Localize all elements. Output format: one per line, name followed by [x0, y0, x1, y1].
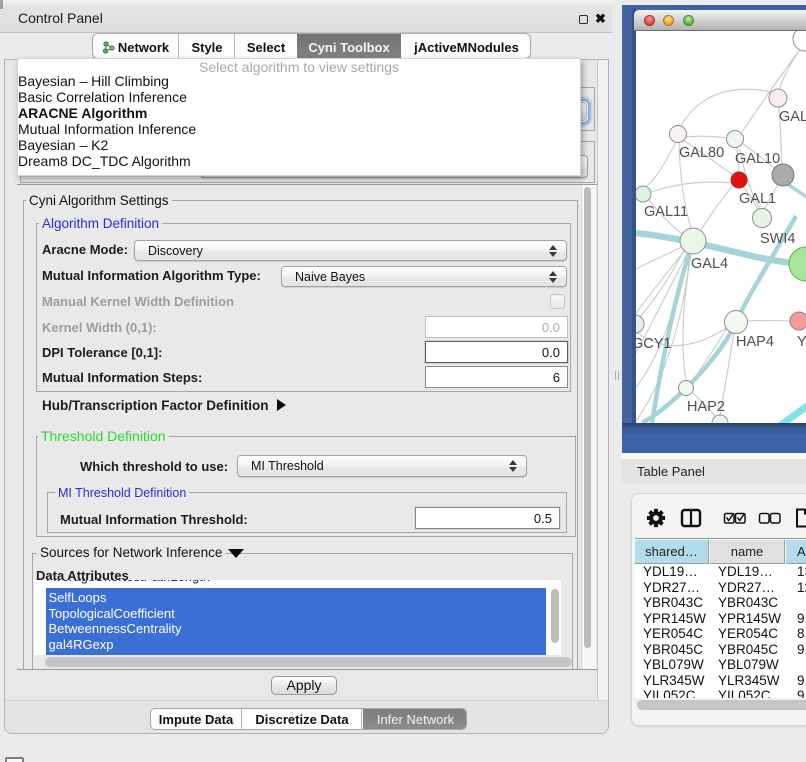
svg-text:GAL1: GAL1 [739, 191, 776, 207]
svg-text:Y: Y [797, 334, 806, 350]
svg-text:GAL10: GAL10 [735, 151, 780, 167]
svg-text:GAL11: GAL11 [644, 204, 688, 220]
svg-text:HAP2: HAP2 [687, 399, 725, 415]
svg-text:GAL4: GAL4 [691, 256, 728, 272]
svg-text:SWI4: SWI4 [760, 231, 795, 247]
svg-text:HAP4: HAP4 [736, 334, 774, 350]
svg-text:GCY1: GCY1 [636, 336, 672, 352]
svg-text:GAL7: GAL7 [779, 109, 806, 125]
svg-text:GAL80: GAL80 [679, 145, 724, 161]
